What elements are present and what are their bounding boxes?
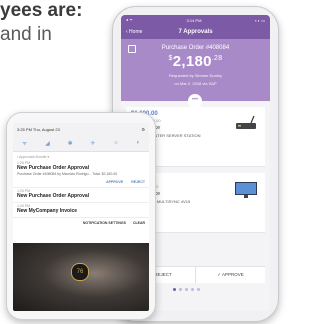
approve-action[interactable]: APPROVE bbox=[106, 180, 123, 184]
status-datetime: 3:25 PM Thu, August 23 bbox=[17, 126, 60, 132]
headline-line-1: yees are: bbox=[0, 0, 83, 21]
notification-title: New Purchase Order Approval bbox=[17, 192, 90, 199]
android-device: 3:25 PM Thu, August 23 ⚙ ᯤ ◢ ✱ ✈ ☼ ◐ • A… bbox=[6, 112, 156, 320]
notification-footer: NOTIFICATION SETTINGS CLEAR bbox=[13, 218, 149, 228]
rotate-icon[interactable]: ◐ bbox=[136, 140, 140, 146]
status-bar: ◂ ᯤ 3:14 PM ▪ ◐ ▭ bbox=[121, 15, 270, 25]
notification-title: New MyCompany Invoice bbox=[17, 207, 78, 214]
wifi-icon[interactable]: ᯤ bbox=[22, 139, 27, 147]
order-summary: Purchase Order #408084 $2,180.28 Request… bbox=[121, 39, 270, 108]
page-indicator bbox=[173, 288, 200, 291]
page-dot[interactable] bbox=[191, 288, 194, 291]
nav-bar: ‹ Home 7 Approvals bbox=[121, 25, 270, 39]
settings-icon[interactable]: ⚙ bbox=[141, 127, 145, 132]
amount-value: 2,180 bbox=[172, 53, 212, 70]
clear-button[interactable]: CLEAR bbox=[133, 221, 145, 225]
airplane-icon[interactable]: ✈ bbox=[90, 140, 95, 147]
approve-button[interactable]: ✓ APPROVE bbox=[196, 267, 265, 283]
notification-settings-button[interactable]: NOTIFICATION SETTINGS bbox=[83, 221, 126, 225]
android-screen: 3:25 PM Thu, August 23 ⚙ ᯤ ◢ ✱ ✈ ☼ ◐ • A… bbox=[13, 123, 149, 311]
notification-app-name: • Approvals Bundle ▾ bbox=[17, 155, 50, 159]
requested-by: Requested by Simone Dunley bbox=[169, 73, 222, 78]
more-button[interactable]: ••• bbox=[188, 94, 202, 108]
page-dot[interactable] bbox=[197, 288, 200, 291]
back-button[interactable]: ‹ Home bbox=[126, 29, 142, 35]
page-dot[interactable] bbox=[173, 288, 176, 291]
notification-item[interactable]: 1:26 PM New MyCompany Invoice bbox=[13, 203, 149, 218]
lockscreen-wallpaper: 76 bbox=[13, 243, 149, 311]
reject-action[interactable]: REJECT bbox=[131, 180, 145, 184]
quick-settings: ᯤ ◢ ✱ ✈ ☼ ◐ bbox=[13, 135, 149, 151]
amount-cents: .28 bbox=[211, 55, 223, 62]
signal-icon: ◂ ᯤ bbox=[126, 17, 133, 22]
page-title: 7 Approvals bbox=[178, 29, 213, 35]
router-product-image bbox=[236, 115, 256, 129]
page-dot[interactable] bbox=[179, 288, 182, 291]
signal-icon[interactable]: ◢ bbox=[45, 140, 50, 147]
emblem-logo: 76 bbox=[71, 263, 89, 281]
headline-line-2: and in bbox=[0, 24, 52, 45]
monitor-product-image bbox=[235, 182, 257, 198]
notification-item[interactable]: 1:26 PM New Purchase Order Approval Purc… bbox=[13, 160, 149, 188]
status-time: 3:14 PM bbox=[186, 17, 202, 23]
notification-body: Purchase Order #408084 by Mauricio Rodri… bbox=[17, 172, 118, 176]
page-dot[interactable] bbox=[185, 288, 188, 291]
notification-title: New Purchase Order Approval bbox=[17, 165, 90, 171]
request-date: on Mar 2, 2018 via SAP bbox=[174, 81, 217, 86]
document-icon[interactable] bbox=[128, 45, 136, 53]
brightness-icon[interactable]: ☼ bbox=[113, 140, 119, 146]
notification-item[interactable]: 1:26 PM New Purchase Order Approval bbox=[13, 188, 149, 203]
order-amount: $2,180.28 bbox=[121, 53, 270, 70]
notification-actions: APPROVE REJECT bbox=[17, 180, 145, 184]
order-number: Purchase Order #408084 bbox=[161, 45, 230, 51]
bluetooth-icon[interactable]: ✱ bbox=[68, 140, 73, 147]
battery-icon: ▪ ◐ ▭ bbox=[255, 17, 265, 23]
android-status-bar: 3:25 PM Thu, August 23 ⚙ bbox=[13, 123, 149, 135]
